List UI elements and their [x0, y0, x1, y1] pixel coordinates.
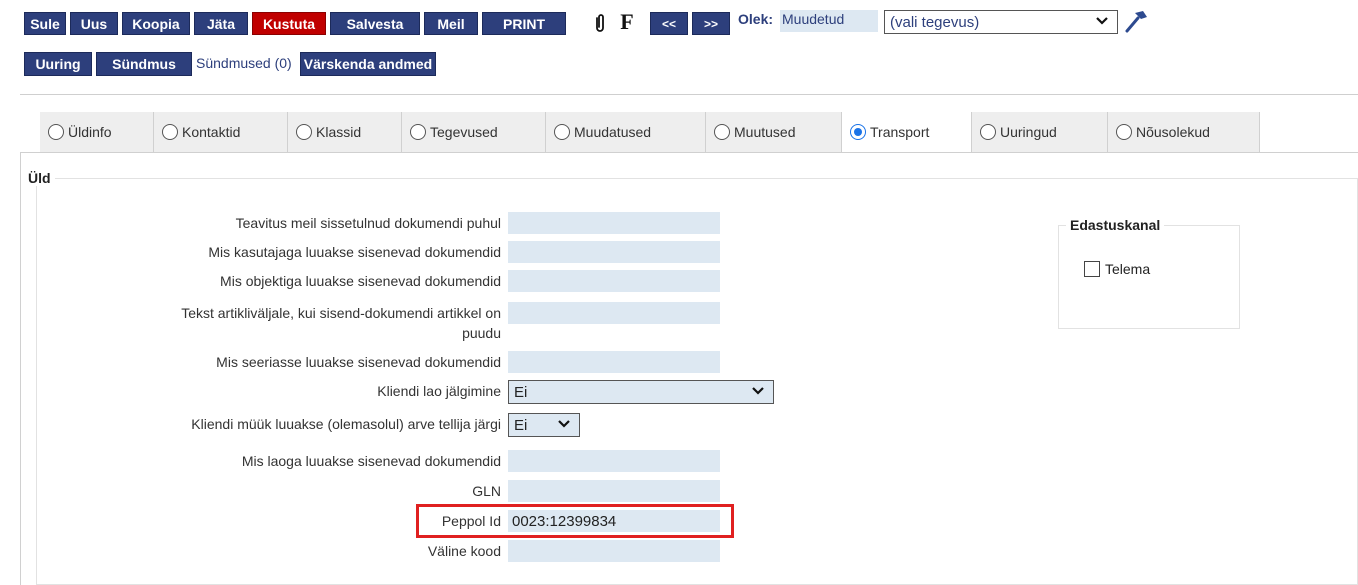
f-button[interactable]: F: [618, 9, 636, 35]
tab-tegevused[interactable]: Tegevused: [402, 112, 546, 152]
myyk-value: Ei: [514, 416, 528, 434]
chevron-down-icon: [558, 420, 570, 428]
edastuskanal-title: Edastuskanal: [1066, 217, 1165, 233]
radio-icon: [162, 124, 178, 140]
tab-uuringud[interactable]: Uuringud: [972, 112, 1108, 152]
tab-muutused[interactable]: Muutused: [706, 112, 842, 152]
print-button[interactable]: PRINT: [482, 12, 566, 35]
seeria-field[interactable]: [508, 351, 720, 373]
prev-button[interactable]: <<: [650, 12, 688, 35]
tab-nousolekud[interactable]: Nõusolekud: [1108, 112, 1260, 152]
sule-button[interactable]: Sule: [24, 12, 66, 35]
teavitus-field[interactable]: [508, 212, 720, 234]
toolbar-divider: [20, 94, 1358, 95]
radio-icon: [48, 124, 64, 140]
kasutaja-field[interactable]: [508, 241, 720, 263]
radio-icon: [554, 124, 570, 140]
syndmus-button[interactable]: Sündmus: [96, 52, 192, 76]
telema-label: Telema: [1105, 261, 1151, 277]
radio-icon: [714, 124, 730, 140]
ladu-jalg-value: Ei: [514, 383, 528, 401]
uuring-button[interactable]: Uuring: [24, 52, 92, 76]
ladu-jalg-label: Kliendi lao jälgimine: [377, 383, 501, 399]
tab-muudatused[interactable]: Muudatused: [546, 112, 706, 152]
action-select-value: (vali tegevus): [890, 13, 980, 31]
section-title: Üld: [24, 170, 55, 186]
olek-label: Olek:: [738, 11, 774, 27]
telema-checkbox-row[interactable]: Telema: [1084, 261, 1150, 277]
gln-label: GLN: [472, 483, 501, 499]
tab-label: Nõusolekud: [1136, 124, 1210, 140]
hammer-icon[interactable]: [1122, 6, 1150, 36]
seeria-label: Mis seeriasse luuakse sisenevad dokumend…: [216, 354, 501, 370]
tekst-label-line2: puudu: [462, 325, 501, 341]
radio-icon: [296, 124, 312, 140]
objekt-label: Mis objektiga luuakse sisenevad dokumend…: [220, 273, 501, 289]
tab-label: Klassid: [316, 124, 362, 140]
tab-label: Üldinfo: [68, 124, 112, 140]
syndmused-link[interactable]: Sündmused (0): [196, 55, 292, 71]
tab-label: Muudatused: [574, 124, 652, 140]
valine-field[interactable]: [508, 540, 720, 562]
valine-label: Väline kood: [427, 543, 501, 559]
tab-label: Uuringud: [1000, 124, 1057, 140]
gln-field[interactable]: [508, 480, 720, 502]
kasutaja-label: Mis kasutajaga luuakse sisenevad dokumen…: [208, 244, 501, 260]
uus-button[interactable]: Uus: [70, 12, 118, 35]
action-select[interactable]: (vali tegevus): [884, 10, 1118, 34]
ladu-label: Mis laoga luuakse sisenevad dokumendid: [241, 453, 501, 469]
tekst-label-line1: Tekst artikliväljale, kui sisend-dokumen…: [181, 305, 501, 321]
radio-icon: [410, 124, 426, 140]
kustuta-button[interactable]: Kustuta: [252, 12, 326, 35]
ladu-field[interactable]: [508, 450, 720, 472]
tab-label: Transport: [870, 124, 930, 140]
objekt-field[interactable]: [508, 270, 720, 292]
tab-label: Kontaktid: [182, 124, 241, 140]
radio-icon: [1116, 124, 1132, 140]
olek-value: Muudetud: [780, 10, 878, 32]
chevron-down-icon: [1096, 17, 1108, 25]
next-button[interactable]: >>: [692, 12, 730, 35]
tekst-field[interactable]: [508, 302, 720, 324]
varskenda-button[interactable]: Värskenda andmed: [300, 52, 436, 76]
tab-label: Tegevused: [430, 124, 498, 140]
tab-label: Muutused: [734, 124, 796, 140]
radio-icon: [980, 124, 996, 140]
jata-button[interactable]: Jäta: [194, 12, 248, 35]
meil-button[interactable]: Meil: [424, 12, 478, 35]
salvesta-button[interactable]: Salvesta: [330, 12, 420, 35]
radio-selected-icon: [850, 124, 866, 140]
paperclip-icon[interactable]: [592, 10, 608, 36]
tab-kontaktid[interactable]: Kontaktid: [154, 112, 288, 152]
chevron-down-icon: [752, 387, 764, 395]
edastuskanal-box: [1058, 225, 1240, 329]
telema-checkbox[interactable]: [1084, 261, 1100, 277]
tab-uldinfo[interactable]: Üldinfo: [40, 112, 154, 152]
koopia-button[interactable]: Koopia: [122, 12, 190, 35]
teavitus-label: Teavitus meil sissetulnud dokumendi puhu…: [235, 215, 501, 231]
myyk-select[interactable]: Ei: [508, 413, 580, 437]
peppol-highlight: [416, 504, 734, 538]
tab-transport[interactable]: Transport: [842, 112, 972, 152]
myyk-label: Kliendi müük luuakse (olemasolul) arve t…: [191, 416, 501, 432]
ladu-jalg-select[interactable]: Ei: [508, 380, 774, 404]
tab-klassid[interactable]: Klassid: [288, 112, 402, 152]
